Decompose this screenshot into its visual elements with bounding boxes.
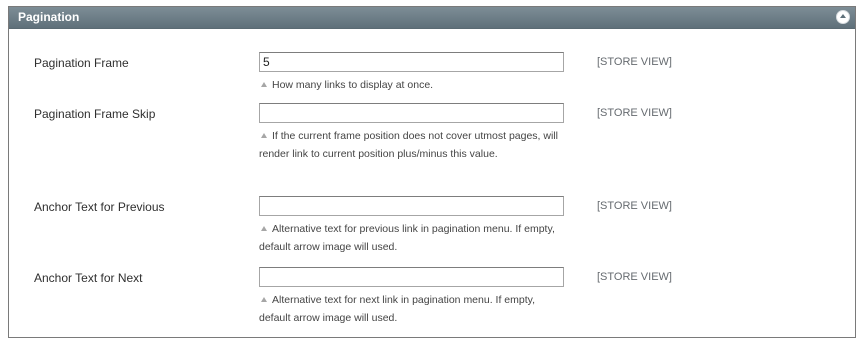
- scope-label: [STORE VIEW]: [597, 107, 672, 119]
- anchor-text-next-input[interactable]: [259, 267, 564, 287]
- note-text: Alternative text for next link in pagina…: [259, 294, 536, 324]
- collapse-icon[interactable]: [836, 10, 850, 24]
- note-text: How many links to display at once.: [272, 79, 434, 91]
- scope-label: [STORE VIEW]: [597, 200, 672, 212]
- field-note: Alternative text for previous link in pa…: [259, 220, 564, 256]
- note-arrow-icon: [261, 133, 267, 138]
- pagination-panel: Pagination Pagination Frame [STORE VIEW]…: [8, 6, 856, 338]
- pagination-frame-input[interactable]: [259, 52, 564, 72]
- pagination-frame-skip-input[interactable]: [259, 103, 564, 123]
- note-arrow-icon: [261, 82, 267, 87]
- anchor-text-previous-input[interactable]: [259, 196, 564, 216]
- note-arrow-icon: [261, 226, 267, 231]
- field-label: Pagination Frame Skip: [34, 107, 156, 121]
- field-note: If the current frame position does not c…: [259, 127, 564, 163]
- field-label: Pagination Frame: [34, 56, 129, 70]
- note-text: If the current frame position does not c…: [259, 130, 558, 160]
- scope-label: [STORE VIEW]: [597, 56, 672, 68]
- field-label: Anchor Text for Next: [34, 271, 143, 285]
- panel-header[interactable]: Pagination: [9, 7, 855, 29]
- note-text: Alternative text for previous link in pa…: [259, 223, 555, 253]
- field-note: Alternative text for next link in pagina…: [259, 291, 564, 327]
- panel-title: Pagination: [18, 10, 80, 24]
- scope-label: [STORE VIEW]: [597, 271, 672, 283]
- note-arrow-icon: [261, 297, 267, 302]
- field-label: Anchor Text for Previous: [34, 200, 165, 214]
- field-note: How many links to display at once.: [259, 76, 564, 94]
